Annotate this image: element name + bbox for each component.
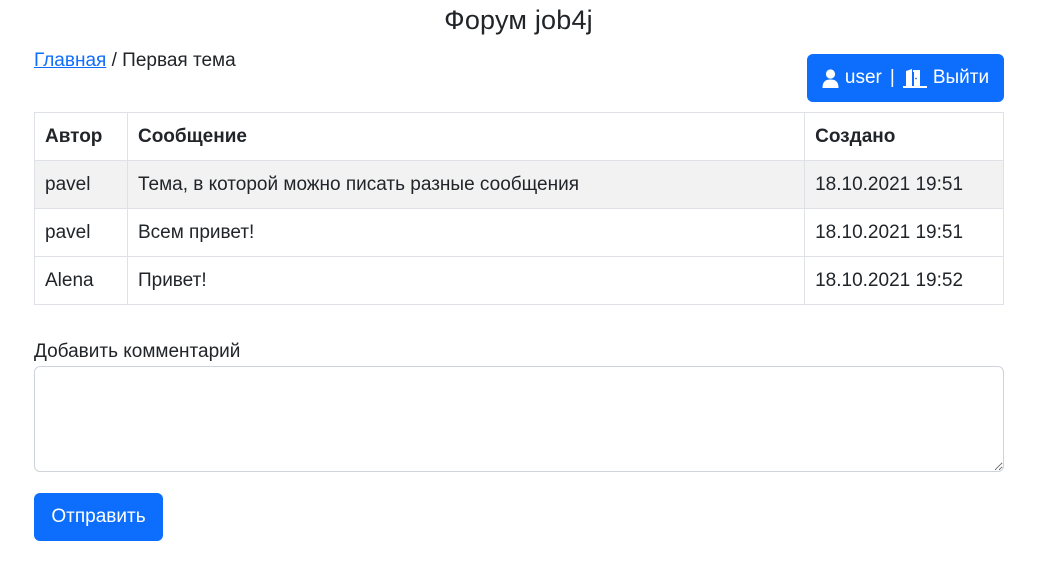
table-header-row: Автор Сообщение Создано <box>34 112 1004 161</box>
cell-created: 18.10.2021 19:51 <box>804 160 1004 209</box>
username-label: user <box>844 67 882 88</box>
logout-label: Выйти <box>932 67 990 88</box>
user-logout-button[interactable]: user | Выйти <box>807 54 1004 102</box>
cell-created: 18.10.2021 19:52 <box>804 256 1004 305</box>
cell-author: pavel <box>34 160 128 209</box>
cell-message: Всем привет! <box>126 208 806 257</box>
cell-created: 18.10.2021 19:51 <box>804 208 1004 257</box>
table-row: pavel Тема, в которой можно писать разны… <box>34 160 1004 209</box>
table-row: pavel Всем привет! 18.10.2021 19:51 <box>34 208 1004 257</box>
breadcrumb-home-link[interactable]: Главная <box>34 50 106 71</box>
cell-author: Alena <box>34 256 128 305</box>
comment-textarea[interactable] <box>34 366 1004 472</box>
user-button-separator: | <box>889 67 895 88</box>
breadcrumb: Главная / Первая тема <box>34 49 236 73</box>
table-row: Alena Привет! 18.10.2021 19:52 <box>34 256 1004 305</box>
column-header-created: Создано <box>804 112 1004 161</box>
posts-table: Автор Сообщение Создано pavel Тема, в ко… <box>34 112 1004 305</box>
door-exit-icon <box>902 68 927 88</box>
cell-message: Привет! <box>126 256 806 305</box>
comment-label: Добавить комментарий <box>34 341 241 362</box>
page-title: Форум job4j <box>444 5 593 35</box>
cell-author: pavel <box>34 208 128 257</box>
breadcrumb-separator: / <box>106 50 123 71</box>
user-icon <box>822 68 839 88</box>
column-header-author: Автор <box>34 112 128 161</box>
breadcrumb-current: Первая тема <box>122 50 236 71</box>
column-header-message: Сообщение <box>126 112 806 161</box>
send-button[interactable]: Отправить <box>34 493 163 541</box>
cell-message: Тема, в которой можно писать разные сооб… <box>126 160 806 209</box>
